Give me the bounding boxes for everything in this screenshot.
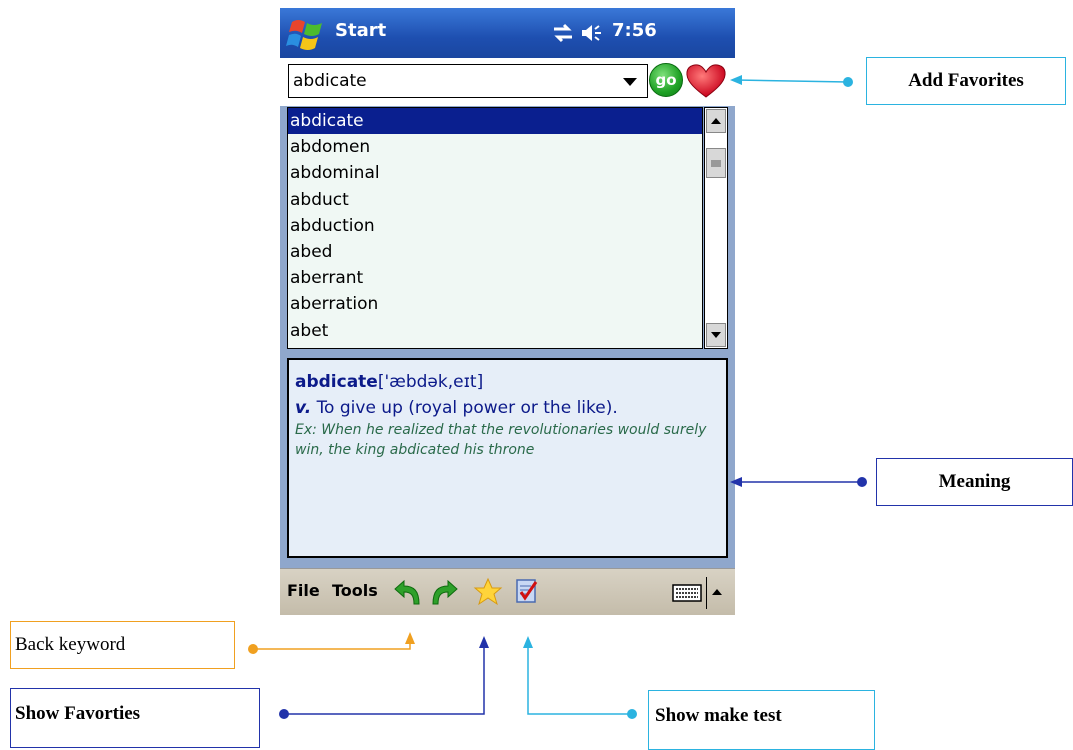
definition-headword: abdicate xyxy=(295,372,378,392)
title-bar: Start 7:56 xyxy=(280,8,735,58)
callout-show-make-test: Show make test xyxy=(648,690,875,750)
definition-box[interactable]: abdicate['æbdək,eɪt] v. To give up (roya… xyxy=(287,358,728,558)
definition-example: Ex: When he realized that the revolution… xyxy=(295,422,707,458)
list-item[interactable]: abduction xyxy=(288,213,702,239)
scroll-down-button[interactable] xyxy=(706,323,726,347)
keyboard-icon[interactable] xyxy=(672,583,702,603)
list-item[interactable]: aberration xyxy=(288,291,702,317)
pocket-pc-screen: Start 7:56 go abdicate abdomen xyxy=(280,8,735,616)
connectivity-icon[interactable] xyxy=(551,22,575,44)
meaning-panel: abdicate['æbdək,eɪt] v. To give up (roya… xyxy=(280,356,735,568)
word-list[interactable]: abdicate abdomen abdominal abduct abduct… xyxy=(287,107,703,349)
arrow-up-icon xyxy=(711,118,721,124)
star-icon[interactable] xyxy=(473,577,503,607)
scroll-up-button[interactable] xyxy=(706,109,726,133)
definition-sense: v. To give up (royal power or the like). xyxy=(295,398,720,418)
callout-meaning: Meaning xyxy=(876,458,1073,506)
search-bar: go xyxy=(280,58,735,106)
list-item[interactable]: abet xyxy=(288,318,702,344)
callout-back-keyword: Back keyword xyxy=(10,621,235,669)
go-button[interactable]: go xyxy=(649,63,683,97)
search-input[interactable] xyxy=(288,64,648,98)
chevron-down-icon[interactable] xyxy=(623,78,637,86)
grip-icon xyxy=(711,160,721,167)
pronunciation: ['æbdək,eɪt] xyxy=(377,372,484,392)
menu-bar: File Tools xyxy=(280,568,735,615)
list-item[interactable]: abdomen xyxy=(288,134,702,160)
part-of-speech: v. xyxy=(295,398,312,418)
list-item[interactable]: abdominal xyxy=(288,160,702,186)
divider xyxy=(706,577,707,609)
start-label[interactable]: Start xyxy=(335,20,386,41)
menu-file[interactable]: File xyxy=(287,581,320,600)
list-item[interactable]: abed xyxy=(288,239,702,265)
word-list-panel: abdicate abdomen abdominal abduct abduct… xyxy=(280,106,735,356)
arrow-down-icon xyxy=(711,332,721,338)
list-item[interactable]: abdicate xyxy=(288,108,702,135)
definition-text: To give up (royal power or the like). xyxy=(316,398,618,418)
forward-arrow-icon[interactable] xyxy=(430,577,460,607)
callout-add-favorites: Add Favorites xyxy=(866,57,1066,105)
clock[interactable]: 7:56 xyxy=(612,20,657,41)
list-item[interactable]: aberrant xyxy=(288,265,702,291)
windows-flag-icon[interactable] xyxy=(286,14,328,54)
scroll-thumb[interactable] xyxy=(706,148,726,178)
checklist-icon[interactable] xyxy=(514,577,540,605)
sip-arrow-up-icon[interactable] xyxy=(712,589,722,595)
back-arrow-icon[interactable] xyxy=(392,577,422,607)
definition-header: abdicate['æbdək,eɪt] xyxy=(295,372,720,392)
speaker-icon[interactable] xyxy=(580,21,604,45)
list-scrollbar[interactable] xyxy=(704,107,728,349)
callout-show-favorites: Show Favorties xyxy=(10,688,260,748)
heart-icon[interactable] xyxy=(685,62,727,100)
menu-tools[interactable]: Tools xyxy=(332,581,378,600)
list-item[interactable]: abduct xyxy=(288,187,702,213)
